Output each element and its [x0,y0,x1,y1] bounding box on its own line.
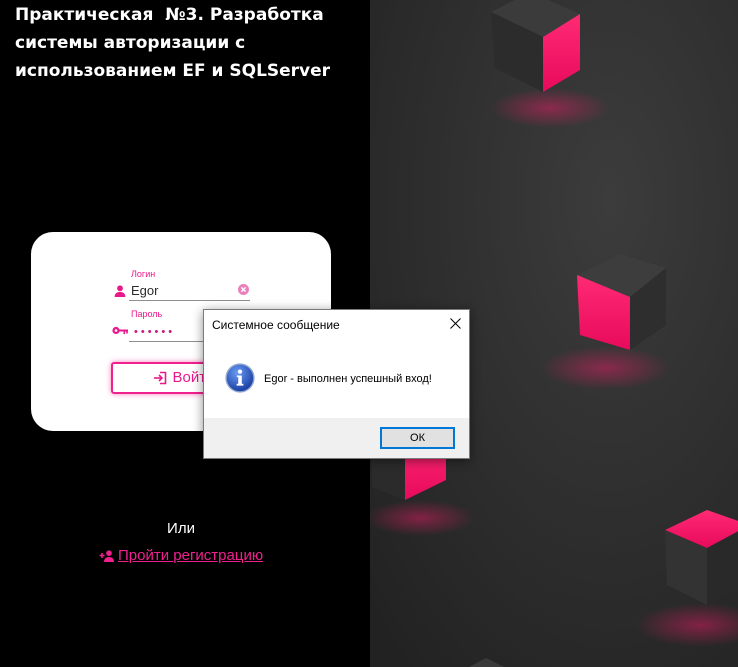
message-dialog: Системное сообщение Egor - выполнен успе… [203,309,470,459]
key-icon [112,326,128,335]
clear-icon[interactable] [238,284,249,295]
cube-3-glow [370,500,475,536]
cube-2-glow [540,346,670,390]
close-icon[interactable] [450,318,461,329]
login-input[interactable]: Egor [129,282,250,301]
dialog-message: Egor - выполнен успешный вход! [264,373,432,385]
login-icon [153,371,166,385]
title-line: Практическая №3. Разработка [15,5,324,25]
title-line: системы авторизации с [15,33,246,53]
info-icon [225,363,255,393]
login-label: Логин [131,269,156,279]
person-icon [114,285,126,297]
login-input-value: Egor [131,283,159,298]
page-title: Практическая №3. Разработка системы авто… [15,1,330,85]
dialog-footer: ОК [204,418,469,458]
password-label: Пароль [131,309,163,319]
ok-button[interactable]: ОК [380,427,455,449]
register-link[interactable]: Пройти регистрацию [99,547,263,565]
or-separator: Или [167,520,195,537]
add-user-icon [99,550,114,562]
password-input-value: •••••• [134,326,176,338]
cube-1-glow [490,88,610,128]
dialog-title: Системное сообщение [212,318,340,332]
dialog-titlebar[interactable]: Системное сообщение [204,310,469,340]
title-line: использованием EF и SQLServer [15,61,331,81]
register-link-label: Пройти регистрацию [118,547,264,564]
